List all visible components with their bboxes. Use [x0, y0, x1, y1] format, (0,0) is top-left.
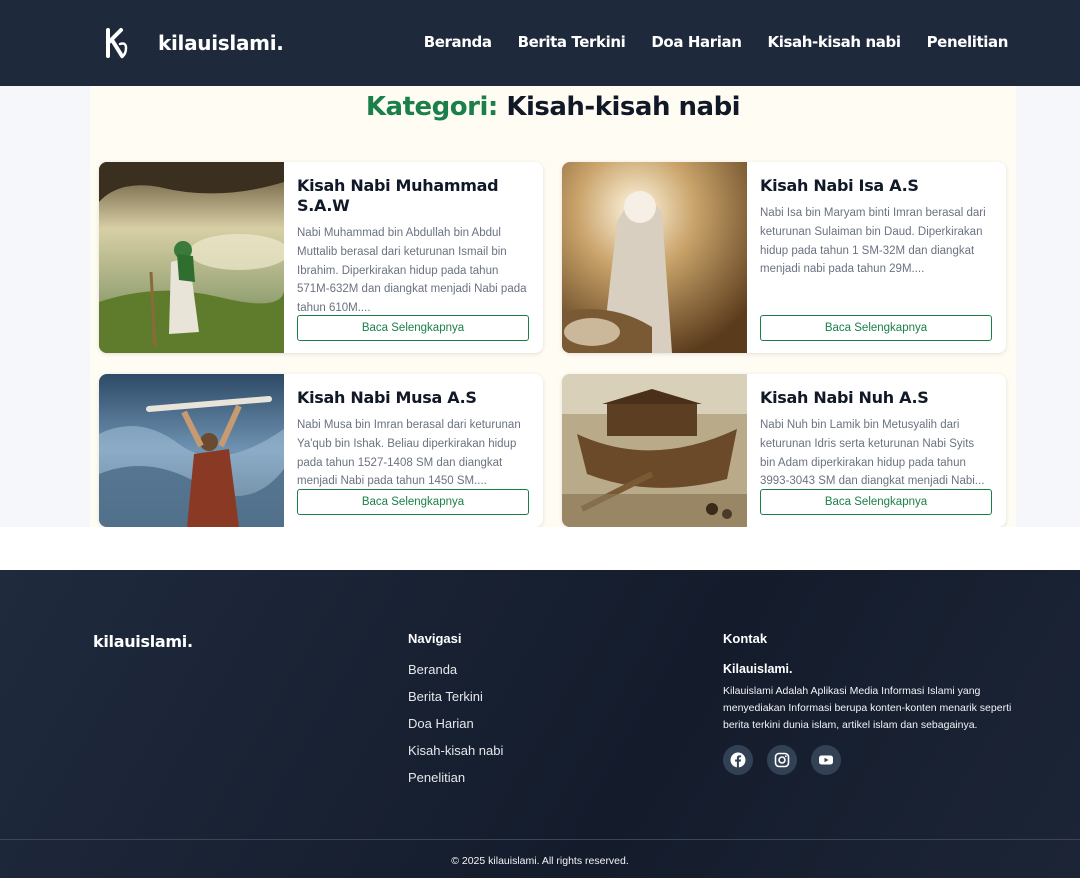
article-card[interactable]: Kisah Nabi Isa A.S Nabi Isa bin Maryam b… — [562, 162, 1006, 353]
page-title: Kategori: Kisah-kisah nabi — [90, 92, 1016, 122]
footer-link-kisah-kisah-nabi[interactable]: Kisah-kisah nabi — [408, 743, 503, 770]
article-title[interactable]: Kisah Nabi Muhammad S.A.W — [297, 176, 529, 216]
footer-contact-title: Kontak — [723, 631, 768, 646]
card-body: Kisah Nabi Muhammad S.A.W Nabi Muhammad … — [297, 176, 529, 341]
article-thumbnail[interactable] — [562, 162, 747, 353]
youtube-icon — [819, 755, 833, 765]
article-thumbnail[interactable] — [99, 162, 284, 353]
footer-nav-title: Navigasi — [408, 631, 462, 646]
article-thumbnail[interactable] — [562, 374, 747, 527]
read-more-button[interactable]: Baca Selengkapnya — [297, 489, 529, 515]
article-thumbnail[interactable] — [99, 374, 284, 527]
article-title[interactable]: Kisah Nabi Nuh A.S — [760, 388, 992, 408]
article-excerpt: Nabi Isa bin Maryam binti Imran berasal … — [760, 207, 986, 276]
footer-link-penelitian[interactable]: Penelitian — [408, 770, 503, 797]
page-title-category: Kisah-kisah nabi — [506, 92, 741, 122]
social-links — [723, 745, 841, 775]
nav-penelitian[interactable]: Penelitian — [927, 33, 1009, 51]
main-content: Kategori: Kisah-kisah nabi Kisah Nabi Mu… — [90, 86, 1016, 527]
footer-divider — [0, 839, 1080, 840]
site-header: kilauislami. Beranda Berita Terkini Doa … — [0, 0, 1080, 86]
article-card[interactable]: Kisah Nabi Musa A.S Nabi Musa bin Imran … — [99, 374, 543, 527]
footer-brand[interactable]: kilauislami. — [93, 632, 193, 651]
facebook-link[interactable] — [723, 745, 753, 775]
read-more-button[interactable]: Baca Selengkapnya — [297, 315, 529, 341]
logo-icon[interactable] — [102, 26, 132, 62]
facebook-icon — [730, 752, 746, 768]
content-spacer — [0, 527, 1080, 570]
site-footer: kilauislami. Navigasi Beranda Berita Ter… — [0, 570, 1080, 878]
brand-name[interactable]: kilauislami. — [158, 31, 284, 55]
footer-link-doa-harian[interactable]: Doa Harian — [408, 716, 503, 743]
read-more-button[interactable]: Baca Selengkapnya — [760, 489, 992, 515]
article-excerpt: Nabi Nuh bin Lamik bin Metusyalih dari k… — [760, 419, 985, 488]
article-card[interactable]: Kisah Nabi Nuh A.S Nabi Nuh bin Lamik bi… — [562, 374, 1006, 527]
youtube-link[interactable] — [811, 745, 841, 775]
nav-doa-harian[interactable]: Doa Harian — [651, 33, 742, 51]
footer-link-beranda[interactable]: Beranda — [408, 662, 503, 689]
nav-beranda[interactable]: Beranda — [424, 33, 492, 51]
copyright-text: © 2025 kilauislami. All rights reserved. — [451, 855, 629, 867]
main-nav: Beranda Berita Terkini Doa Harian Kisah-… — [424, 33, 1009, 51]
instagram-icon — [774, 752, 790, 768]
footer-contact-name: Kilauislami. — [723, 662, 793, 676]
page-title-prefix: Kategori: — [365, 92, 498, 122]
article-title[interactable]: Kisah Nabi Musa A.S — [297, 388, 529, 408]
article-card[interactable]: Kisah Nabi Muhammad S.A.W Nabi Muhammad … — [99, 162, 543, 353]
footer-contact-description: Kilauislami Adalah Aplikasi Media Inform… — [723, 685, 1012, 731]
footer-link-berita-terkini[interactable]: Berita Terkini — [408, 689, 503, 716]
read-more-button[interactable]: Baca Selengkapnya — [760, 315, 992, 341]
footer-nav: Beranda Berita Terkini Doa Harian Kisah-… — [408, 662, 503, 797]
instagram-link[interactable] — [767, 745, 797, 775]
article-excerpt: Nabi Muhammad bin Abdullah bin Abdul Mut… — [297, 227, 527, 315]
article-title[interactable]: Kisah Nabi Isa A.S — [760, 176, 992, 196]
nav-berita-terkini[interactable]: Berita Terkini — [518, 33, 626, 51]
article-excerpt: Nabi Musa bin Imran berasal dari keturun… — [297, 419, 521, 488]
nav-kisah-kisah-nabi[interactable]: Kisah-kisah nabi — [768, 33, 901, 51]
card-body: Kisah Nabi Musa A.S Nabi Musa bin Imran … — [297, 388, 529, 515]
card-body: Kisah Nabi Isa A.S Nabi Isa bin Maryam b… — [760, 176, 992, 341]
card-body: Kisah Nabi Nuh A.S Nabi Nuh bin Lamik bi… — [760, 388, 992, 515]
